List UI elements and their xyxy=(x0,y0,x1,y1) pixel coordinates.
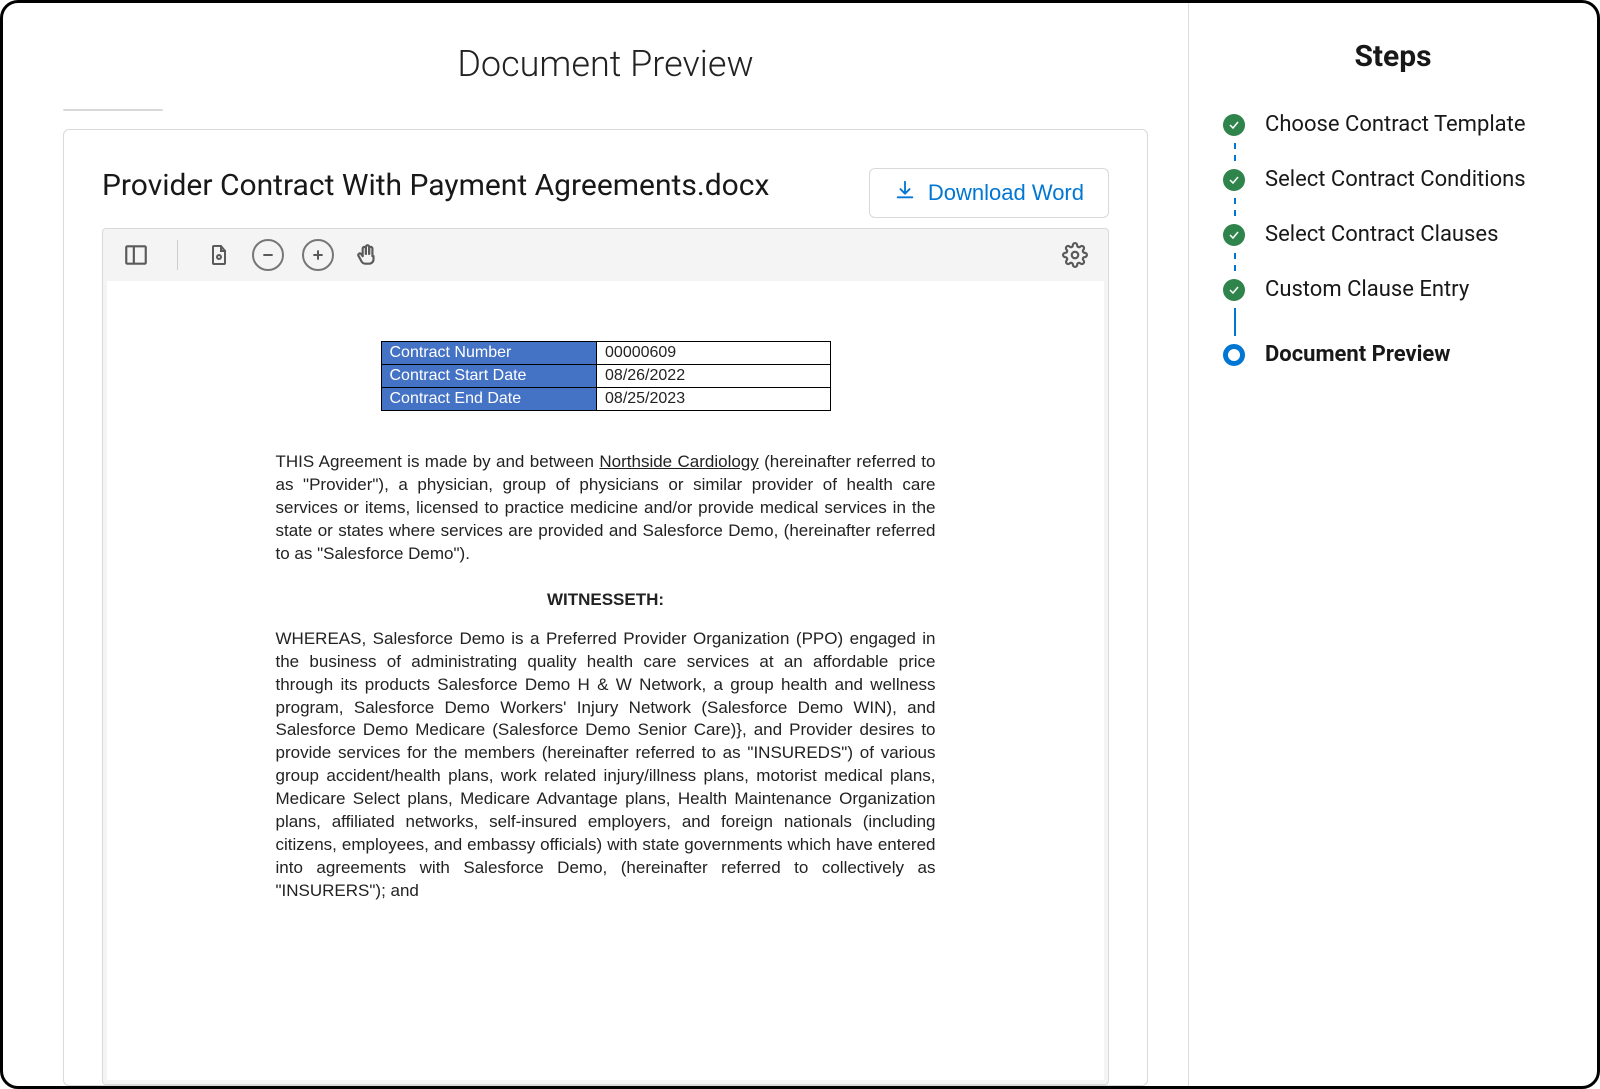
download-icon xyxy=(894,179,916,207)
step-label: Document Preview xyxy=(1265,336,1450,373)
whereas-paragraph: WHEREAS, Salesforce Demo is a Preferred … xyxy=(276,628,936,903)
steps-title: Steps xyxy=(1223,39,1563,74)
document-filename: Provider Contract With Payment Agreement… xyxy=(102,168,769,203)
meta-value: 08/26/2022 xyxy=(597,365,830,388)
check-circle-icon xyxy=(1223,169,1245,191)
step-label: Custom Clause Entry xyxy=(1265,271,1469,308)
meta-value: 08/25/2023 xyxy=(597,388,830,411)
gear-icon[interactable] xyxy=(1060,240,1090,270)
step-item[interactable]: Select Contract Clauses xyxy=(1223,216,1563,253)
document-viewer: Contract Number 00000609 Contract Start … xyxy=(102,228,1109,1085)
meta-label: Contract Number xyxy=(381,342,597,365)
table-row: Contract End Date 08/25/2023 xyxy=(381,388,830,411)
check-circle-icon xyxy=(1223,114,1245,136)
step-connector xyxy=(1223,143,1247,161)
meta-label: Contract End Date xyxy=(381,388,597,411)
intro-paragraph: THIS Agreement is made by and between No… xyxy=(276,451,936,566)
check-circle-icon xyxy=(1223,279,1245,301)
step-item[interactable]: Custom Clause Entry xyxy=(1223,271,1563,308)
document-page-area[interactable]: Contract Number 00000609 Contract Start … xyxy=(107,281,1104,1080)
table-row: Contract Number 00000609 xyxy=(381,342,830,365)
pan-hand-icon[interactable] xyxy=(352,240,382,270)
top-divider xyxy=(63,109,163,111)
provider-name: Northside Cardiology xyxy=(599,452,758,471)
download-word-button[interactable]: Download Word xyxy=(869,168,1109,218)
page-title: Document Preview xyxy=(63,43,1148,85)
step-connector xyxy=(1223,308,1247,336)
viewer-toolbar xyxy=(103,229,1108,281)
witnesseth-heading: WITNESSETH: xyxy=(276,590,936,610)
document-card: Provider Contract With Payment Agreement… xyxy=(63,129,1148,1086)
zoom-out-icon[interactable] xyxy=(252,239,284,271)
download-word-label: Download Word xyxy=(928,180,1084,206)
step-label: Select Contract Conditions xyxy=(1265,161,1526,198)
meta-label: Contract Start Date xyxy=(381,365,597,388)
step-item[interactable]: Select Contract Conditions xyxy=(1223,161,1563,198)
current-step-icon xyxy=(1223,344,1245,366)
panel-toggle-icon[interactable] xyxy=(121,240,151,270)
step-connector xyxy=(1223,198,1247,216)
step-item[interactable]: Choose Contract Template xyxy=(1223,106,1563,143)
meta-value: 00000609 xyxy=(597,342,830,365)
step-item[interactable]: Document Preview xyxy=(1223,336,1563,373)
table-row: Contract Start Date 08/26/2022 xyxy=(381,365,830,388)
steps-panel: Steps Choose Contract Template Select Co… xyxy=(1189,3,1597,1086)
step-label: Choose Contract Template xyxy=(1265,106,1526,143)
step-label: Select Contract Clauses xyxy=(1265,216,1498,253)
step-connector xyxy=(1223,253,1247,271)
main-panel: Document Preview Provider Contract With … xyxy=(3,3,1189,1086)
toolbar-separator xyxy=(177,240,178,270)
check-circle-icon xyxy=(1223,224,1245,246)
zoom-in-icon[interactable] xyxy=(302,239,334,271)
page-settings-icon[interactable] xyxy=(204,240,234,270)
contract-meta-table: Contract Number 00000609 Contract Start … xyxy=(381,341,831,411)
